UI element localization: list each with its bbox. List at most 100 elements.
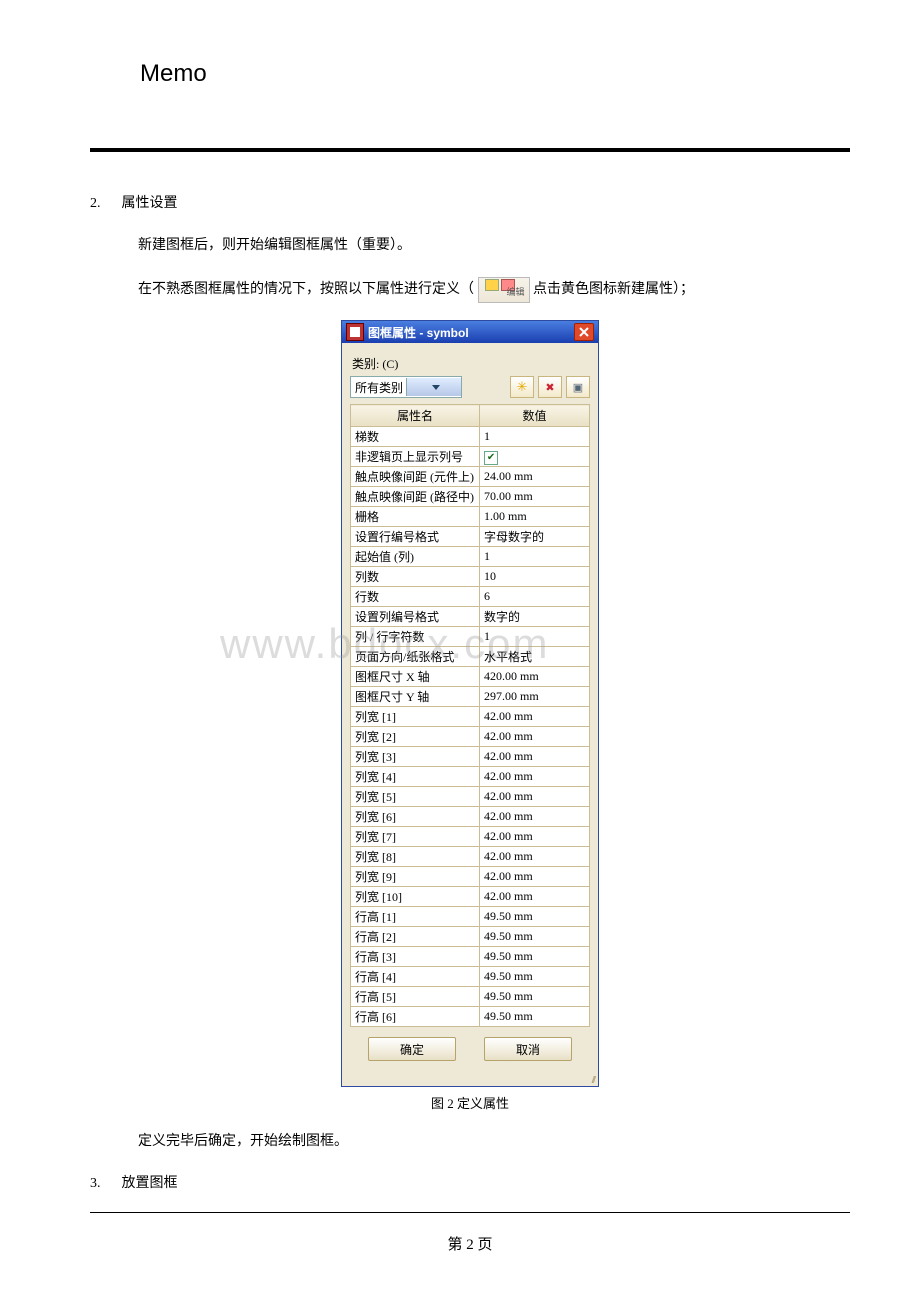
- properties-dialog: 图框属性 - symbol 类别: (C) 所有类别: [341, 320, 599, 1087]
- close-icon[interactable]: [574, 323, 594, 341]
- prop-value[interactable]: 42.00 mm: [480, 827, 590, 847]
- prop-value[interactable]: 24.00 mm: [480, 467, 590, 487]
- prop-name: 图框尺寸 X 轴: [351, 667, 480, 687]
- prop-value[interactable]: 49.50 mm: [480, 947, 590, 967]
- section-title-3: 放置图框: [122, 1176, 178, 1191]
- table-row[interactable]: 触点映像间距 (路径中)70.00 mm: [351, 487, 590, 507]
- table-row[interactable]: 行高 [3]49.50 mm: [351, 947, 590, 967]
- prop-name: 设置行编号格式: [351, 527, 480, 547]
- prop-name: 列宽 [10]: [351, 887, 480, 907]
- resize-grip-icon[interactable]: ///: [342, 1075, 598, 1086]
- table-row[interactable]: 梯数1: [351, 427, 590, 447]
- delete-property-icon[interactable]: [538, 376, 562, 398]
- chevron-down-icon[interactable]: [406, 378, 462, 396]
- table-row[interactable]: 列宽 [2]42.00 mm: [351, 727, 590, 747]
- table-row[interactable]: 列宽 [3]42.00 mm: [351, 747, 590, 767]
- prop-value[interactable]: 42.00 mm: [480, 767, 590, 787]
- prop-value[interactable]: 49.50 mm: [480, 927, 590, 947]
- prop-name: 设置列编号格式: [351, 607, 480, 627]
- category-value: 所有类别: [351, 379, 406, 396]
- table-row[interactable]: 列宽 [1]42.00 mm: [351, 707, 590, 727]
- prop-value[interactable]: 42.00 mm: [480, 867, 590, 887]
- table-row[interactable]: 行高 [6]49.50 mm: [351, 1007, 590, 1027]
- prop-name: 列宽 [6]: [351, 807, 480, 827]
- table-row[interactable]: 起始值 (列)1: [351, 547, 590, 567]
- prop-value[interactable]: 1: [480, 627, 590, 647]
- table-row[interactable]: 页面方向/纸张格式水平格式: [351, 647, 590, 667]
- table-row[interactable]: 列 / 行字符数1: [351, 627, 590, 647]
- table-row[interactable]: 列宽 [8]42.00 mm: [351, 847, 590, 867]
- table-row[interactable]: 设置列编号格式数字的: [351, 607, 590, 627]
- prop-name: 图框尺寸 Y 轴: [351, 687, 480, 707]
- prop-name: 梯数: [351, 427, 480, 447]
- cancel-button[interactable]: 取消: [484, 1037, 572, 1061]
- prop-name: 列数: [351, 567, 480, 587]
- prop-name: 行高 [2]: [351, 927, 480, 947]
- prop-value[interactable]: ✔: [480, 447, 590, 467]
- prop-value[interactable]: 49.50 mm: [480, 907, 590, 927]
- para-after-fig: 定义完毕后确定，开始绘制图框。: [138, 1128, 850, 1156]
- prop-value[interactable]: 1: [480, 427, 590, 447]
- prop-name: 触点映像间距 (路径中): [351, 487, 480, 507]
- prop-value[interactable]: 42.00 mm: [480, 707, 590, 727]
- new-property-icon[interactable]: [510, 376, 534, 398]
- table-row[interactable]: 栅格1.00 mm: [351, 507, 590, 527]
- table-row[interactable]: 列宽 [9]42.00 mm: [351, 867, 590, 887]
- prop-value[interactable]: 42.00 mm: [480, 727, 590, 747]
- prop-value[interactable]: 6: [480, 587, 590, 607]
- table-row[interactable]: 列宽 [4]42.00 mm: [351, 767, 590, 787]
- prop-name: 行高 [3]: [351, 947, 480, 967]
- prop-name: 页面方向/纸张格式: [351, 647, 480, 667]
- prop-value[interactable]: 297.00 mm: [480, 687, 590, 707]
- prop-value[interactable]: 42.00 mm: [480, 747, 590, 767]
- prop-value[interactable]: 42.00 mm: [480, 787, 590, 807]
- prop-value[interactable]: 42.00 mm: [480, 887, 590, 907]
- prop-value[interactable]: 水平格式: [480, 647, 590, 667]
- prop-value[interactable]: 数字的: [480, 607, 590, 627]
- table-row[interactable]: 列宽 [5]42.00 mm: [351, 787, 590, 807]
- prop-value[interactable]: 字母数字的: [480, 527, 590, 547]
- ok-button[interactable]: 确定: [368, 1037, 456, 1061]
- table-row[interactable]: 行高 [1]49.50 mm: [351, 907, 590, 927]
- para-1: 新建图框后，则开始编辑图框属性（重要）。: [138, 232, 850, 260]
- prop-name: 列宽 [7]: [351, 827, 480, 847]
- page-title: Memo: [140, 60, 850, 88]
- prop-value[interactable]: 10: [480, 567, 590, 587]
- section-title: 属性设置: [122, 196, 178, 211]
- more-icon[interactable]: [566, 376, 590, 398]
- prop-value[interactable]: 420.00 mm: [480, 667, 590, 687]
- table-row[interactable]: 列宽 [7]42.00 mm: [351, 827, 590, 847]
- app-icon: [346, 323, 364, 341]
- para-2a: 在不熟悉图框属性的情况下，按照以下属性进行定义（: [138, 282, 474, 297]
- table-row[interactable]: 列宽 [10]42.00 mm: [351, 887, 590, 907]
- prop-value[interactable]: 70.00 mm: [480, 487, 590, 507]
- table-row[interactable]: 行高 [4]49.50 mm: [351, 967, 590, 987]
- table-row[interactable]: 非逻辑页上显示列号✔: [351, 447, 590, 467]
- table-row[interactable]: 触点映像间距 (元件上)24.00 mm: [351, 467, 590, 487]
- prop-value[interactable]: 49.50 mm: [480, 967, 590, 987]
- prop-value[interactable]: 49.50 mm: [480, 1007, 590, 1027]
- table-row[interactable]: 行数6: [351, 587, 590, 607]
- category-select[interactable]: 所有类别: [350, 376, 462, 398]
- prop-name: 行高 [6]: [351, 1007, 480, 1027]
- section-num-3: 3.: [90, 1176, 118, 1192]
- table-row[interactable]: 图框尺寸 X 轴420.00 mm: [351, 667, 590, 687]
- prop-name: 列宽 [3]: [351, 747, 480, 767]
- prop-value[interactable]: 42.00 mm: [480, 847, 590, 867]
- table-row[interactable]: 列宽 [6]42.00 mm: [351, 807, 590, 827]
- table-row[interactable]: 图框尺寸 Y 轴297.00 mm: [351, 687, 590, 707]
- table-row[interactable]: 列数10: [351, 567, 590, 587]
- figure-caption: 图 2 定义属性: [341, 1093, 599, 1112]
- page-footer: 第 2 页: [90, 1233, 850, 1254]
- prop-value[interactable]: 49.50 mm: [480, 987, 590, 1007]
- table-row[interactable]: 设置行编号格式字母数字的: [351, 527, 590, 547]
- properties-table: 属性名 数值 梯数1非逻辑页上显示列号✔触点映像间距 (元件上)24.00 mm…: [350, 404, 590, 1027]
- prop-value[interactable]: 42.00 mm: [480, 807, 590, 827]
- prop-value[interactable]: 1.00 mm: [480, 507, 590, 527]
- prop-value[interactable]: 1: [480, 547, 590, 567]
- prop-name: 列宽 [4]: [351, 767, 480, 787]
- checkbox-checked-icon[interactable]: ✔: [484, 451, 498, 465]
- table-row[interactable]: 行高 [2]49.50 mm: [351, 927, 590, 947]
- table-row[interactable]: 行高 [5]49.50 mm: [351, 987, 590, 1007]
- prop-name: 列宽 [5]: [351, 787, 480, 807]
